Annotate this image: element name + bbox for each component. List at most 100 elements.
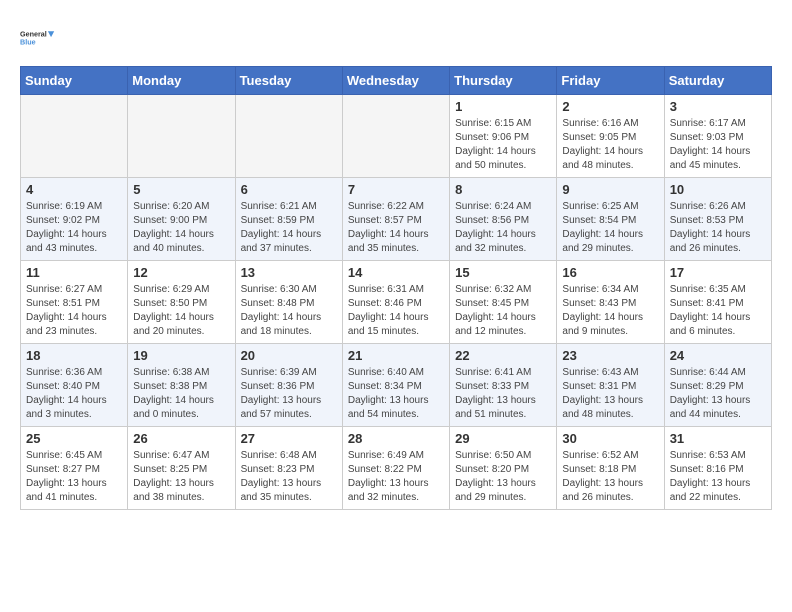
day-number: 18 [26, 348, 122, 363]
calendar-cell: 9Sunrise: 6:25 AM Sunset: 8:54 PM Daylig… [557, 178, 664, 261]
day-header-thursday: Thursday [450, 67, 557, 95]
calendar-cell: 5 Sunrise: 6:20 AM Sunset: 9:00 PM Daylig… [128, 178, 235, 261]
calendar-cell: 26 Sunrise: 6:47 AM Sunset: 8:25 PM Dayli… [128, 427, 235, 510]
calendar-cell: 10 Sunrise: 6:26 AM Sunset: 8:53 PM Dayli… [664, 178, 771, 261]
week-row-4: 18 Sunrise: 6:36 AM Sunset: 8:40 PM Dayli… [21, 344, 772, 427]
day-info: Sunrise: 6:19 AM Sunset: 9:02 PM Dayligh… [26, 200, 122, 256]
day-number: 8 [455, 182, 551, 197]
calendar-cell: 20 Sunrise: 6:39 AM Sunset: 8:36 PM Dayli… [235, 344, 342, 427]
day-number: 11 [26, 265, 122, 280]
calendar-cell: 14 Sunrise: 6:31 AM Sunset: 8:46 PM Dayli… [342, 261, 449, 344]
calendar-cell: 23Sunrise: 6:43 AM Sunset: 8:31 PM Dayli… [557, 344, 664, 427]
day-number: 20 [241, 348, 337, 363]
day-number: 10 [670, 182, 766, 197]
header-row: SundayMondayTuesdayWednesdayThursdayFrid… [21, 67, 772, 95]
day-number: 28 [348, 431, 444, 446]
calendar-cell: 29Sunrise: 6:50 AM Sunset: 8:20 PM Dayli… [450, 427, 557, 510]
calendar-table: SundayMondayTuesdayWednesdayThursdayFrid… [20, 66, 772, 510]
day-number: 26 [133, 431, 229, 446]
day-number: 21 [348, 348, 444, 363]
day-info: Sunrise: 6:38 AM Sunset: 8:38 PM Dayligh… [133, 366, 229, 422]
day-info: Sunrise: 6:47 AM Sunset: 8:25 PM Dayligh… [133, 449, 229, 505]
day-number: 2 [562, 99, 658, 114]
day-info: Sunrise: 6:36 AM Sunset: 8:40 PM Dayligh… [26, 366, 122, 422]
calendar-cell: 22 Sunrise: 6:41 AM Sunset: 8:33 PM Dayli… [450, 344, 557, 427]
day-info: Sunrise: 6:20 AM Sunset: 9:00 PM Dayligh… [133, 200, 229, 256]
day-number: 14 [348, 265, 444, 280]
day-info: Sunrise: 6:16 AM Sunset: 9:05 PM Dayligh… [562, 117, 658, 173]
calendar-cell [235, 95, 342, 178]
calendar-cell: 12Sunrise: 6:29 AM Sunset: 8:50 PM Dayli… [128, 261, 235, 344]
day-info: Sunrise: 6:34 AM Sunset: 8:43 PM Dayligh… [562, 283, 658, 339]
day-number: 9 [562, 182, 658, 197]
day-number: 24 [670, 348, 766, 363]
day-number: 30 [562, 431, 658, 446]
day-info: Sunrise: 6:31 AM Sunset: 8:46 PM Dayligh… [348, 283, 444, 339]
day-number: 27 [241, 431, 337, 446]
day-info: Sunrise: 6:17 AM Sunset: 9:03 PM Dayligh… [670, 117, 766, 173]
calendar-cell: 17 Sunrise: 6:35 AM Sunset: 8:41 PM Dayli… [664, 261, 771, 344]
day-number: 19 [133, 348, 229, 363]
calendar-cell: 2 Sunrise: 6:16 AM Sunset: 9:05 PM Daylig… [557, 95, 664, 178]
day-header-saturday: Saturday [664, 67, 771, 95]
calendar-cell: 6 Sunrise: 6:21 AM Sunset: 8:59 PM Daylig… [235, 178, 342, 261]
logo: GeneralBlue [20, 20, 56, 56]
day-info: Sunrise: 6:15 AM Sunset: 9:06 PM Dayligh… [455, 117, 551, 173]
day-number: 17 [670, 265, 766, 280]
calendar-cell: 1Sunrise: 6:15 AM Sunset: 9:06 PM Daylig… [450, 95, 557, 178]
calendar-cell: 3 Sunrise: 6:17 AM Sunset: 9:03 PM Daylig… [664, 95, 771, 178]
calendar-cell: 28 Sunrise: 6:49 AM Sunset: 8:22 PM Dayli… [342, 427, 449, 510]
day-number: 31 [670, 431, 766, 446]
day-number: 23 [562, 348, 658, 363]
day-number: 7 [348, 182, 444, 197]
day-number: 13 [241, 265, 337, 280]
day-number: 6 [241, 182, 337, 197]
day-info: Sunrise: 6:30 AM Sunset: 8:48 PM Dayligh… [241, 283, 337, 339]
day-header-monday: Monday [128, 67, 235, 95]
day-number: 25 [26, 431, 122, 446]
day-info: Sunrise: 6:39 AM Sunset: 8:36 PM Dayligh… [241, 366, 337, 422]
logo-icon: GeneralBlue [20, 20, 56, 56]
week-row-2: 4 Sunrise: 6:19 AM Sunset: 9:02 PM Daylig… [21, 178, 772, 261]
calendar-cell: 21 Sunrise: 6:40 AM Sunset: 8:34 PM Dayli… [342, 344, 449, 427]
calendar-cell [21, 95, 128, 178]
day-header-wednesday: Wednesday [342, 67, 449, 95]
calendar-cell [128, 95, 235, 178]
calendar-cell: 4 Sunrise: 6:19 AM Sunset: 9:02 PM Daylig… [21, 178, 128, 261]
day-info: Sunrise: 6:26 AM Sunset: 8:53 PM Dayligh… [670, 200, 766, 256]
day-info: Sunrise: 6:22 AM Sunset: 8:57 PM Dayligh… [348, 200, 444, 256]
day-info: Sunrise: 6:35 AM Sunset: 8:41 PM Dayligh… [670, 283, 766, 339]
day-info: Sunrise: 6:32 AM Sunset: 8:45 PM Dayligh… [455, 283, 551, 339]
day-number: 3 [670, 99, 766, 114]
day-number: 22 [455, 348, 551, 363]
day-info: Sunrise: 6:40 AM Sunset: 8:34 PM Dayligh… [348, 366, 444, 422]
day-info: Sunrise: 6:50 AM Sunset: 8:20 PM Dayligh… [455, 449, 551, 505]
calendar-cell: 31 Sunrise: 6:53 AM Sunset: 8:16 PM Dayli… [664, 427, 771, 510]
header: GeneralBlue [20, 20, 772, 56]
calendar-cell: 27 Sunrise: 6:48 AM Sunset: 8:23 PM Dayli… [235, 427, 342, 510]
day-info: Sunrise: 6:53 AM Sunset: 8:16 PM Dayligh… [670, 449, 766, 505]
calendar-cell: 24 Sunrise: 6:44 AM Sunset: 8:29 PM Dayli… [664, 344, 771, 427]
calendar-cell: 30Sunrise: 6:52 AM Sunset: 8:18 PM Dayli… [557, 427, 664, 510]
day-info: Sunrise: 6:49 AM Sunset: 8:22 PM Dayligh… [348, 449, 444, 505]
day-info: Sunrise: 6:48 AM Sunset: 8:23 PM Dayligh… [241, 449, 337, 505]
calendar-cell: 16Sunrise: 6:34 AM Sunset: 8:43 PM Dayli… [557, 261, 664, 344]
week-row-5: 25Sunrise: 6:45 AM Sunset: 8:27 PM Dayli… [21, 427, 772, 510]
day-header-sunday: Sunday [21, 67, 128, 95]
calendar-cell: 19 Sunrise: 6:38 AM Sunset: 8:38 PM Dayli… [128, 344, 235, 427]
calendar-cell [342, 95, 449, 178]
day-info: Sunrise: 6:27 AM Sunset: 8:51 PM Dayligh… [26, 283, 122, 339]
day-info: Sunrise: 6:24 AM Sunset: 8:56 PM Dayligh… [455, 200, 551, 256]
day-info: Sunrise: 6:44 AM Sunset: 8:29 PM Dayligh… [670, 366, 766, 422]
calendar-cell: 11 Sunrise: 6:27 AM Sunset: 8:51 PM Dayli… [21, 261, 128, 344]
day-number: 4 [26, 182, 122, 197]
day-info: Sunrise: 6:29 AM Sunset: 8:50 PM Dayligh… [133, 283, 229, 339]
day-header-friday: Friday [557, 67, 664, 95]
day-header-tuesday: Tuesday [235, 67, 342, 95]
week-row-1: 1Sunrise: 6:15 AM Sunset: 9:06 PM Daylig… [21, 95, 772, 178]
calendar-cell: 15Sunrise: 6:32 AM Sunset: 8:45 PM Dayli… [450, 261, 557, 344]
day-info: Sunrise: 6:21 AM Sunset: 8:59 PM Dayligh… [241, 200, 337, 256]
calendar-cell: 18 Sunrise: 6:36 AM Sunset: 8:40 PM Dayli… [21, 344, 128, 427]
day-number: 5 [133, 182, 229, 197]
day-info: Sunrise: 6:41 AM Sunset: 8:33 PM Dayligh… [455, 366, 551, 422]
